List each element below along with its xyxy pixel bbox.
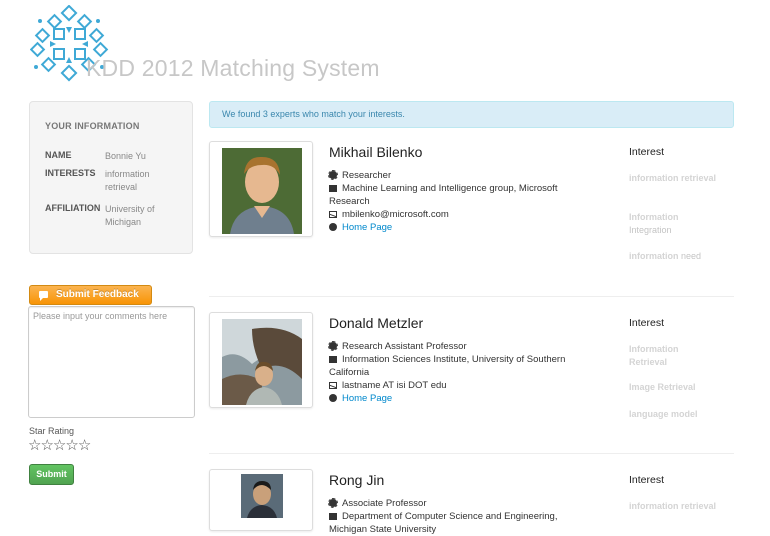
expert-photo [209,312,313,408]
comment-icon [39,291,48,301]
expert-name: Rong Jin [329,472,385,488]
interest-item: Information Integration [629,212,679,235]
user-affiliation-label: AFFILIATION [45,203,101,213]
building-icon [329,513,337,520]
expert-organization: Department of Computer Science and Engin… [329,511,558,535]
user-name-label: NAME [45,150,72,160]
user-info-panel: YOUR INFORMATION NAME Bonnie Yu INTEREST… [29,101,193,254]
user-info-heading: YOUR INFORMATION [45,121,140,131]
interest-heading: Interest [629,317,665,329]
submit-feedback-button[interactable]: Submit Feedback [29,285,152,305]
gear-icon [328,341,338,351]
interest-heading: Interest [629,146,665,158]
user-interests-label: INTERESTS [45,168,96,178]
expert-email: lastname AT isi DOT edu [329,379,584,392]
interest-item: language model [629,409,698,419]
gear-icon [328,498,338,508]
star-icon[interactable]: ☆ [40,437,53,454]
expert-role: Researcher [328,169,584,182]
submit-button[interactable]: Submit [29,464,74,485]
mail-icon [329,211,337,218]
interest-heading: Interest [629,474,665,486]
gear-icon [328,170,338,180]
user-affiliation-value: University of Michigan [105,204,155,227]
interest-item: information retrieval [629,501,717,511]
expert-homepage: Home Page [329,392,584,405]
expert-name: Donald Metzler [329,315,424,331]
comment-textarea[interactable] [28,306,195,418]
star-icon[interactable]: ☆ [65,437,78,454]
results-alert: We found 3 experts who match your intere… [209,101,734,128]
expert-organization: Information Sciences Institute, Universi… [329,354,566,378]
divider [209,296,734,297]
globe-icon [329,223,337,231]
expert-name: Mikhail Bilenko [329,144,423,160]
interest-item: information retrieval [629,173,717,183]
star-rating[interactable]: ☆☆☆☆☆ [28,436,91,454]
divider [209,453,734,454]
expert-homepage: Home Page [329,221,584,234]
expert-photo [209,469,313,531]
submit-feedback-label: Submit Feedback [56,289,139,300]
expert-organization: Machine Learning and Intelligence group,… [329,183,558,207]
interest-item: Information Retrieval [629,344,679,367]
expert-email: mbilenko@microsoft.com [329,208,584,221]
star-icon[interactable]: ☆ [78,437,91,454]
site-title: KDD 2012 Matching System [86,55,380,81]
globe-icon [329,394,337,402]
user-name-value: Bonnie Yu [105,151,146,161]
building-icon [329,356,337,363]
user-interests-value: information retrieval [105,169,150,192]
homepage-link[interactable]: Home Page [342,222,392,233]
expert-role: Associate Professor [328,497,584,510]
star-rating-label: Star Rating [29,426,75,436]
interest-item: Image Retrieval [629,382,696,392]
homepage-link[interactable]: Home Page [342,393,392,404]
mail-icon [329,382,337,389]
building-icon [329,185,337,192]
expert-role: Research Assistant Professor [328,340,584,353]
interest-item: information need [629,251,702,261]
expert-photo [209,141,313,237]
